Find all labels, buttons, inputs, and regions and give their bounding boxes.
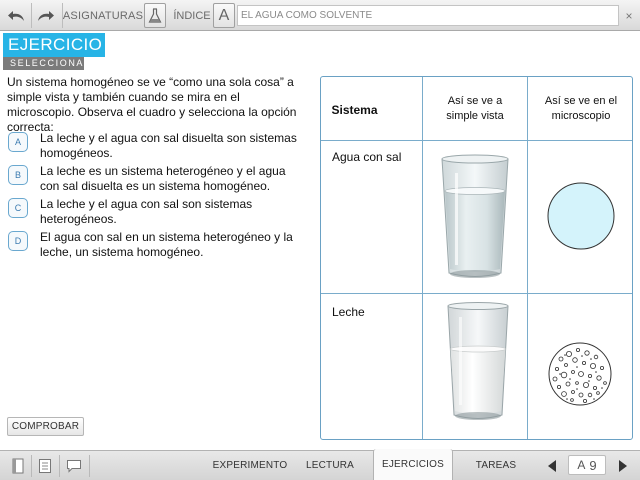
redo-button[interactable] (34, 3, 56, 28)
page-indicator: A 9 (568, 455, 606, 475)
row-label-agua-con-sal: Agua con sal (332, 150, 402, 164)
milk-glass-image (447, 302, 509, 420)
option-b-badge[interactable]: B (8, 165, 28, 185)
tab-lectura[interactable]: LECTURA (300, 451, 360, 480)
bottom-navigation: EXPERIMENTO LECTURA EJERCICIOS TAREAS A … (0, 449, 640, 480)
close-button[interactable]: × (622, 3, 636, 28)
option-c-badge[interactable]: C (8, 198, 28, 218)
comment-button[interactable] (65, 457, 83, 475)
next-page-arrow-icon[interactable] (619, 460, 627, 472)
asignaturas-button[interactable]: ASIGNATURAS (63, 3, 143, 28)
page-number: 9 (589, 457, 597, 473)
book-icon (12, 458, 24, 474)
book-button[interactable] (9, 457, 27, 475)
milk-microscope-circle (548, 342, 612, 406)
notes-button[interactable] (36, 457, 54, 475)
header-sistema: Sistema (331, 103, 378, 117)
font-size-button[interactable]: A (213, 3, 235, 28)
water-microscope-circle (547, 182, 615, 250)
option-b[interactable]: B La leche es un sistema heterogéneo y e… (8, 164, 308, 194)
header-microscopio: Así se ve en el microscopio (544, 95, 618, 122)
tab-experimento[interactable]: EXPERIMENTO (208, 451, 292, 480)
top-toolbar: ASIGNATURAS ÍNDICE A EL AGUA COMO SOLVEN… (0, 0, 640, 31)
question-text: Un sistema homogéneo se ve “como una sol… (7, 75, 297, 134)
redo-arrow-icon (38, 10, 54, 21)
header-simple-vista: Así se ve a simple vista (446, 95, 504, 122)
speech-bubble-icon (67, 460, 81, 473)
check-button[interactable]: COMPROBAR (7, 417, 84, 436)
option-d-text[interactable]: El agua con sal en un sistema heterogéne… (40, 230, 305, 260)
option-c-text[interactable]: La leche y el agua con sal son sistemas … (40, 197, 305, 227)
flask-icon (148, 7, 162, 23)
undo-arrow-icon (8, 10, 24, 21)
tab-ejercicios[interactable]: EJERCICIOS (373, 449, 453, 480)
page-letter: A (577, 458, 586, 472)
previous-page-arrow-icon[interactable] (548, 460, 556, 472)
section-title: EJERCICIO (3, 33, 105, 57)
undo-button[interactable] (6, 3, 28, 28)
option-b-text[interactable]: La leche es un sistema heterogéneo y el … (40, 164, 305, 194)
row-label-leche: Leche (332, 305, 365, 319)
section-subtitle: SELECCIONA (3, 57, 84, 70)
option-a-badge[interactable]: A (8, 132, 28, 152)
option-a-text[interactable]: La leche y el agua con sal disuelta son … (40, 131, 305, 161)
option-d[interactable]: D El agua con sal en un sistema heterogé… (8, 230, 308, 260)
water-glass-image (441, 154, 509, 278)
tab-tareas[interactable]: TAREAS (466, 451, 526, 480)
flask-button[interactable] (144, 3, 166, 28)
option-c[interactable]: C La leche y el agua con sal son sistema… (8, 197, 308, 227)
breadcrumb-title: EL AGUA COMO SOLVENTE (237, 5, 619, 26)
notes-icon (39, 459, 51, 473)
option-d-badge[interactable]: D (8, 231, 28, 251)
indice-button[interactable]: ÍNDICE (172, 3, 212, 28)
option-a[interactable]: A La leche y el agua con sal disuelta so… (8, 131, 308, 161)
comparison-table: Sistema Así se ve a simple vista Así se … (320, 76, 633, 440)
